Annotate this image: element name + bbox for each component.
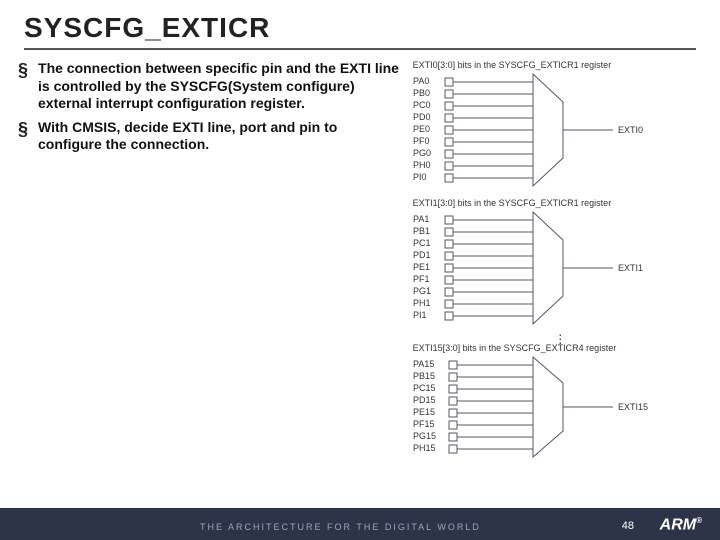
diagram-caption: EXTI1[3:0] bits in the SYSCFG_EXTICR1 re… bbox=[413, 198, 710, 208]
pin-label: PA15 bbox=[413, 359, 434, 369]
pin-label: PH1 bbox=[413, 298, 431, 308]
pin-label: PE1 bbox=[413, 262, 430, 272]
content-area: § The connection between specific pin an… bbox=[0, 54, 720, 469]
pin-label: PF15 bbox=[413, 419, 435, 429]
pin-label: PA1 bbox=[413, 214, 429, 224]
pin-label: PC0 bbox=[413, 100, 431, 110]
pin-label: PH15 bbox=[413, 443, 436, 453]
right-column: EXTI0[3:0] bits in the SYSCFG_EXTICR1 re… bbox=[413, 60, 710, 469]
pin-label: PI0 bbox=[413, 172, 427, 182]
pin-label: PF0 bbox=[413, 136, 430, 146]
footer: ARM University Program Copyright © ARM L… bbox=[0, 494, 720, 540]
bullet-item: § With CMSIS, decide EXTI line, port and… bbox=[18, 119, 405, 154]
pin-label: PE0 bbox=[413, 124, 430, 134]
pin-label: PB1 bbox=[413, 226, 430, 236]
page-number: 48 bbox=[622, 520, 634, 532]
output-label: EXTI15 bbox=[618, 402, 648, 412]
bullet-list: § The connection between specific pin an… bbox=[18, 60, 405, 154]
output-label: EXTI1 bbox=[618, 263, 643, 273]
pin-label: PG1 bbox=[413, 286, 431, 296]
pin-label: PG0 bbox=[413, 148, 431, 158]
pin-label: PC15 bbox=[413, 383, 436, 393]
mux-diagram-1: PA1 PB1 PC1 PD1 PE1 PF1 PG1 bbox=[413, 210, 673, 328]
mux-diagram-2: PA15 PB15 PC15 PD15 PE15 PF15 PG15 bbox=[413, 355, 673, 461]
pin-label: PE15 bbox=[413, 407, 435, 417]
diagram-block-2: EXTI15[3:0] bits in the SYSCFG_EXTICR4 r… bbox=[413, 343, 710, 461]
pin-label: PF1 bbox=[413, 274, 430, 284]
bullet-icon: § bbox=[18, 60, 28, 113]
diagram-caption: EXTI15[3:0] bits in the SYSCFG_EXTICR4 r… bbox=[413, 343, 710, 353]
mux-diagram-0: PA0 PB0 PC0 PD0 PE0 PF0 PG0 bbox=[413, 72, 673, 190]
title-rule bbox=[24, 48, 696, 50]
bullet-icon: § bbox=[18, 119, 28, 154]
arm-logo: ARM® bbox=[660, 516, 702, 534]
ellipsis-icon: ⋮ bbox=[413, 336, 710, 343]
diagram-block-1: EXTI1[3:0] bits in the SYSCFG_EXTICR1 re… bbox=[413, 198, 710, 328]
page-title: SYSCFG_EXTICR bbox=[24, 12, 696, 44]
diagram-caption: EXTI0[3:0] bits in the SYSCFG_EXTICR1 re… bbox=[413, 60, 710, 70]
pin-label: PC1 bbox=[413, 238, 431, 248]
pin-label: PH0 bbox=[413, 160, 431, 170]
footer-tagline: THE ARCHITECTURE FOR THE DIGITAL WORLD bbox=[200, 522, 481, 532]
pin-label: PB15 bbox=[413, 371, 435, 381]
title-area: SYSCFG_EXTICR bbox=[0, 0, 720, 54]
diagram-block-0: EXTI0[3:0] bits in the SYSCFG_EXTICR1 re… bbox=[413, 60, 710, 190]
pin-label: PB0 bbox=[413, 88, 430, 98]
bullet-text: With CMSIS, decide EXTI line, port and p… bbox=[38, 119, 405, 154]
pin-label: PD1 bbox=[413, 250, 431, 260]
left-column: § The connection between specific pin an… bbox=[18, 60, 413, 469]
pin-label: PG15 bbox=[413, 431, 436, 441]
pin-label: PD0 bbox=[413, 112, 431, 122]
output-label: EXTI0 bbox=[618, 125, 643, 135]
pin-label: PD15 bbox=[413, 395, 436, 405]
pin-label: PI1 bbox=[413, 310, 427, 320]
bullet-item: § The connection between specific pin an… bbox=[18, 60, 405, 113]
slide: SYSCFG_EXTICR § The connection between s… bbox=[0, 0, 720, 540]
bullet-text: The connection between specific pin and … bbox=[38, 60, 405, 113]
pin-label: PA0 bbox=[413, 76, 429, 86]
